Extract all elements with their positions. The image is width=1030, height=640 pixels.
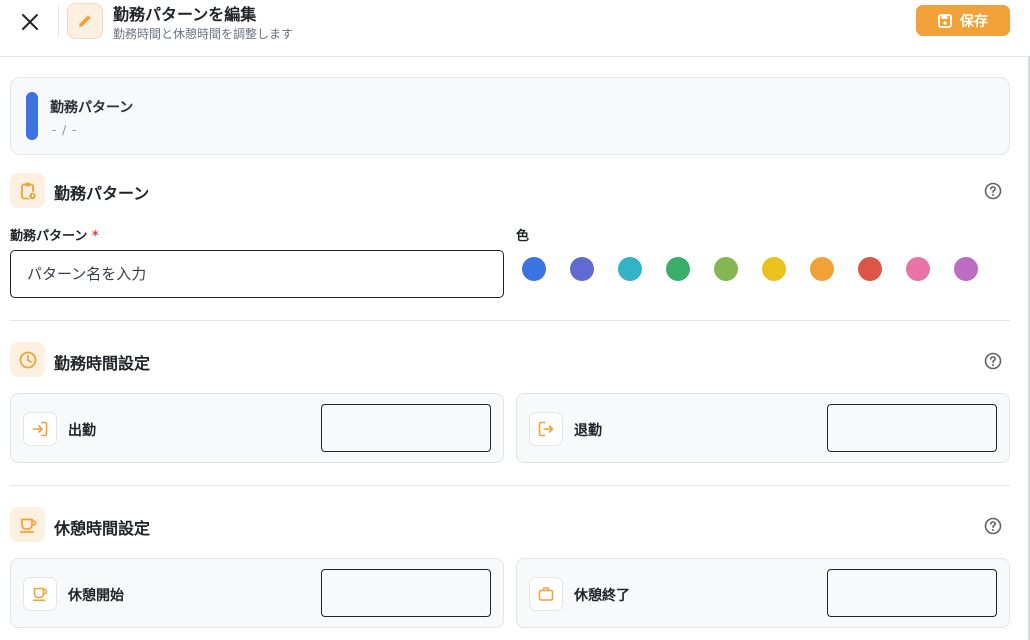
break-start-time-input[interactable] bbox=[321, 569, 491, 617]
color-label: 色 bbox=[516, 229, 530, 244]
coffee-cup-icon bbox=[10, 507, 45, 542]
clipboard-clock-icon bbox=[10, 173, 45, 208]
section-title-work-time: 勤務時間設定 bbox=[54, 354, 151, 373]
close-button[interactable] bbox=[16, 8, 44, 36]
close-icon bbox=[22, 14, 38, 30]
required-mark: * bbox=[91, 229, 99, 244]
clock-out-label: 退勤 bbox=[574, 423, 602, 439]
pattern-summary-card: 勤務パターン - / - bbox=[10, 77, 1010, 155]
pattern-name-label-text: 勤務パターン bbox=[10, 229, 88, 244]
pattern-name-input[interactable] bbox=[10, 250, 504, 298]
break-start-label: 休憩開始 bbox=[68, 588, 124, 604]
page-title: 勤務パターンを編集 bbox=[113, 5, 257, 24]
color-swatch[interactable] bbox=[810, 257, 834, 281]
clock-in-label: 出勤 bbox=[68, 423, 96, 439]
section-title-break: 休憩時間設定 bbox=[54, 519, 151, 538]
summary-pattern-name: 勤務パターン bbox=[50, 100, 134, 116]
color-swatch[interactable] bbox=[666, 257, 690, 281]
break-end-label: 休憩終了 bbox=[574, 588, 630, 604]
color-swatch[interactable] bbox=[570, 257, 594, 281]
break-start-card: 休憩開始 bbox=[10, 558, 504, 628]
pattern-color-bar bbox=[26, 92, 38, 140]
header-divider bbox=[58, 6, 59, 36]
clock-icon bbox=[10, 342, 45, 377]
section-divider bbox=[10, 320, 1010, 321]
briefcase-icon bbox=[529, 577, 563, 611]
color-swatch[interactable] bbox=[906, 257, 930, 281]
clock-out-time-input[interactable] bbox=[827, 404, 997, 452]
color-swatch[interactable] bbox=[762, 257, 786, 281]
clock-out-card: 退勤 bbox=[516, 393, 1010, 463]
save-button[interactable]: 保存 bbox=[916, 5, 1010, 36]
color-swatch[interactable] bbox=[954, 257, 978, 281]
section-title-pattern: 勤務パターン bbox=[54, 184, 150, 203]
login-icon bbox=[23, 412, 57, 446]
color-swatch[interactable] bbox=[858, 257, 882, 281]
color-swatch[interactable] bbox=[714, 257, 738, 281]
break-end-time-input[interactable] bbox=[827, 569, 997, 617]
color-swatch[interactable] bbox=[618, 257, 642, 281]
help-circle-icon[interactable] bbox=[983, 516, 1003, 536]
clock-in-card: 出勤 bbox=[10, 393, 504, 463]
save-icon bbox=[938, 13, 952, 28]
break-end-card: 休憩終了 bbox=[516, 558, 1010, 628]
save-button-label: 保存 bbox=[960, 13, 988, 30]
section-divider bbox=[10, 485, 1010, 486]
header-bar: 勤務パターンを編集 勤務時間と休憩時間を調整します 保存 bbox=[0, 0, 1030, 57]
help-circle-icon[interactable] bbox=[983, 181, 1003, 201]
coffee-cup-icon bbox=[23, 577, 57, 611]
color-swatch[interactable] bbox=[522, 257, 546, 281]
logout-icon bbox=[529, 412, 563, 446]
help-circle-icon[interactable] bbox=[983, 351, 1003, 371]
page-subtitle: 勤務時間と休憩時間を調整します bbox=[113, 27, 294, 41]
pencil-icon bbox=[67, 3, 103, 39]
pattern-name-label: 勤務パターン * bbox=[10, 225, 99, 244]
clock-in-time-input[interactable] bbox=[321, 404, 491, 452]
summary-pattern-time: - / - bbox=[52, 123, 78, 137]
